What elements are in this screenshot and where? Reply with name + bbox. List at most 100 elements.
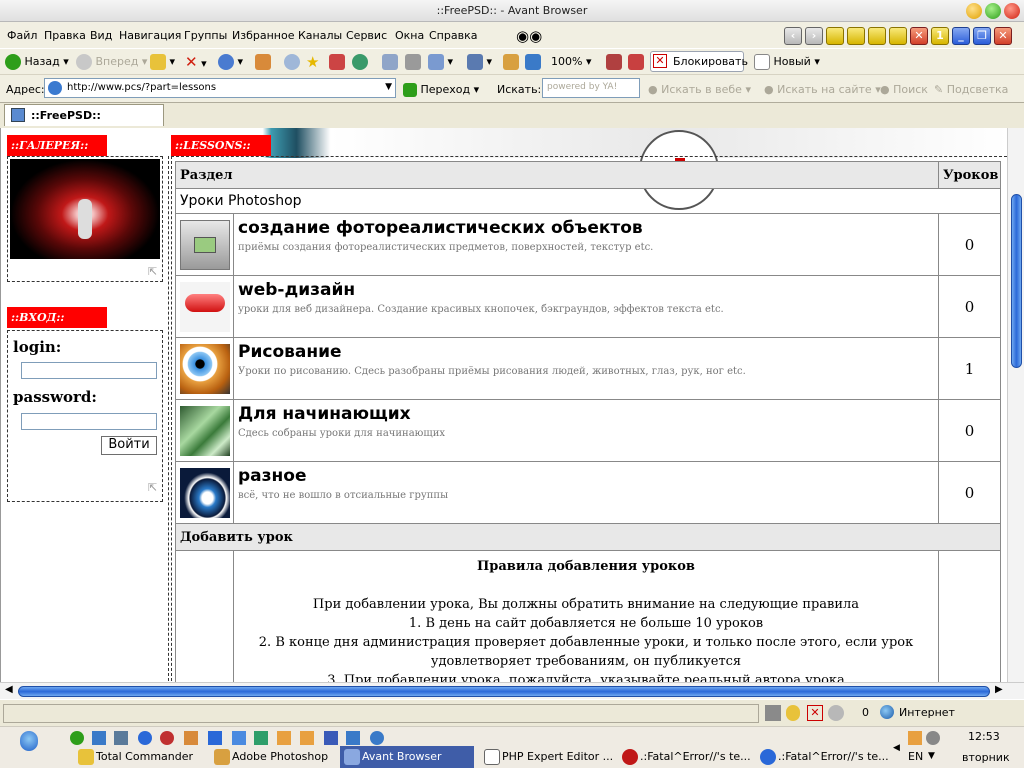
find-button[interactable]: ● Поиск bbox=[880, 83, 928, 96]
cascade-window-icon[interactable] bbox=[847, 27, 865, 45]
quicklaunch-icon[interactable] bbox=[160, 731, 174, 745]
login-input[interactable] bbox=[21, 362, 157, 379]
quicklaunch-icon[interactable] bbox=[208, 731, 222, 745]
minimize-tab-icon[interactable]: _ bbox=[952, 27, 970, 45]
stop-button[interactable]: ✕ ▾ bbox=[185, 54, 207, 70]
menu-service[interactable]: Сервис bbox=[346, 29, 387, 42]
news-button[interactable] bbox=[329, 54, 345, 70]
lesson-title[interactable]: Для начинающих bbox=[238, 404, 411, 424]
close-button[interactable] bbox=[1004, 3, 1020, 19]
search-button[interactable] bbox=[284, 54, 300, 70]
flash-toggle-button[interactable] bbox=[628, 54, 644, 70]
home-button[interactable] bbox=[255, 54, 271, 70]
close-tab-icon[interactable]: ✕ bbox=[994, 27, 1012, 45]
tray-icon[interactable] bbox=[926, 731, 940, 745]
quicklaunch-icon[interactable] bbox=[370, 731, 384, 745]
refresh-button[interactable]: ▾ bbox=[218, 54, 243, 70]
forward-button[interactable]: Вперед ▾ bbox=[76, 54, 147, 70]
language-indicator[interactable]: EN bbox=[908, 750, 923, 763]
login-button[interactable]: Войти bbox=[101, 436, 157, 455]
quicklaunch-icon[interactable] bbox=[184, 731, 198, 745]
chevron-down-icon[interactable]: ▼ bbox=[385, 82, 392, 92]
gallery-image[interactable] bbox=[10, 159, 160, 259]
taskbar-item-opera[interactable]: .:Fatal^Error//'s te... bbox=[618, 746, 752, 768]
go-button[interactable]: Переход ▾ bbox=[403, 83, 479, 97]
tray-chevron-icon[interactable]: ▼ bbox=[928, 751, 935, 761]
split-window-icon[interactable] bbox=[868, 27, 886, 45]
lesson-title[interactable]: Рисование bbox=[238, 342, 342, 362]
window-count-badge[interactable]: 1 bbox=[931, 27, 949, 45]
lesson-title[interactable]: разное bbox=[238, 466, 306, 486]
menu-navigation[interactable]: Навигация bbox=[119, 29, 181, 42]
taskbar-item-avant-browser[interactable]: Avant Browser bbox=[340, 746, 474, 768]
favorites-button[interactable]: ★ bbox=[306, 54, 319, 70]
save-button[interactable] bbox=[382, 54, 398, 70]
clock-time[interactable]: 12:53 bbox=[968, 730, 1000, 743]
resize-icon[interactable]: ⇱ bbox=[148, 265, 157, 278]
address-input[interactable]: http://www.pcs/?part=lessons ▼ bbox=[44, 78, 396, 98]
quicklaunch-icon[interactable] bbox=[254, 731, 268, 745]
image-toggle-button[interactable] bbox=[606, 54, 622, 70]
highlight-button[interactable]: ✎ Подсветка bbox=[934, 83, 1008, 96]
font-size-button[interactable] bbox=[525, 54, 541, 70]
key-icon[interactable] bbox=[786, 705, 800, 721]
quicklaunch-icon[interactable] bbox=[232, 731, 246, 745]
menu-groups[interactable]: Группы bbox=[184, 29, 227, 42]
scroll-right-icon[interactable]: ▶ bbox=[995, 684, 1003, 695]
menu-windows[interactable]: Окна bbox=[395, 29, 424, 42]
quicklaunch-icon[interactable] bbox=[346, 731, 360, 745]
scroll-thumb[interactable] bbox=[1011, 194, 1022, 368]
resize-icon[interactable]: ⇱ bbox=[148, 481, 157, 494]
menu-file[interactable]: Файл bbox=[7, 29, 37, 42]
cookie-icon[interactable] bbox=[828, 705, 844, 721]
close-all-icon[interactable]: ✕ bbox=[910, 27, 928, 45]
lesson-thumbnail[interactable] bbox=[175, 213, 234, 276]
new-window-button[interactable]: Новый ▾ bbox=[754, 54, 820, 70]
up-button[interactable]: ▾ bbox=[150, 54, 175, 70]
menu-help[interactable]: Справка bbox=[429, 29, 477, 42]
back-arrow-icon[interactable]: ‹ bbox=[784, 27, 802, 45]
quicklaunch-icon[interactable] bbox=[92, 731, 106, 745]
single-window-icon[interactable] bbox=[889, 27, 907, 45]
taskbar-item-photoshop[interactable]: Adobe Photoshop bbox=[210, 746, 336, 768]
network-icon[interactable] bbox=[765, 705, 781, 721]
menu-favorites[interactable]: Избранное bbox=[232, 29, 294, 42]
block-popups-button[interactable]: ✕ Блокировать bbox=[650, 51, 748, 72]
search-input[interactable]: powered by YA! bbox=[542, 78, 640, 98]
lesson-thumbnail[interactable] bbox=[175, 399, 234, 462]
quicklaunch-icon[interactable] bbox=[277, 731, 291, 745]
password-input[interactable] bbox=[21, 413, 157, 430]
lesson-thumbnail[interactable] bbox=[175, 337, 234, 400]
scroll-thumb[interactable] bbox=[18, 686, 990, 697]
maximize-button[interactable] bbox=[985, 3, 1001, 19]
tray-expand-icon[interactable]: ◀ bbox=[893, 743, 900, 753]
start-apple-icon[interactable] bbox=[20, 731, 38, 751]
print-button[interactable] bbox=[405, 54, 421, 70]
lesson-title[interactable]: создание фотореалистических объектов bbox=[238, 218, 643, 238]
tab-freepsd[interactable]: ::FreePSD:: bbox=[4, 104, 164, 126]
history-button[interactable] bbox=[352, 54, 368, 70]
forward-arrow-icon[interactable]: › bbox=[805, 27, 823, 45]
lesson-title[interactable]: web-дизайн bbox=[238, 280, 355, 300]
taskbar-item-php-editor[interactable]: PHP Expert Editor ... bbox=[480, 746, 614, 768]
tray-icon[interactable] bbox=[908, 731, 922, 745]
lesson-thumbnail[interactable] bbox=[175, 275, 234, 338]
translate-button[interactable] bbox=[503, 54, 519, 70]
vertical-scrollbar[interactable] bbox=[1007, 128, 1024, 682]
quicklaunch-icon[interactable] bbox=[70, 731, 84, 745]
popup-blocked-icon[interactable]: ✕ bbox=[807, 705, 823, 721]
quicklaunch-icon[interactable] bbox=[300, 731, 314, 745]
mail-button[interactable]: ▾ bbox=[428, 54, 453, 70]
scroll-left-icon[interactable]: ◀ bbox=[5, 684, 13, 695]
menu-channels[interactable]: Каналы bbox=[298, 29, 342, 42]
horizontal-scrollbar[interactable]: ◀ ▶ bbox=[0, 682, 1024, 699]
lesson-thumbnail[interactable] bbox=[175, 461, 234, 524]
web-search-button[interactable]: ● Искать в вебе ▾ bbox=[648, 83, 751, 96]
tile-window-icon[interactable] bbox=[826, 27, 844, 45]
restore-tab-icon[interactable]: ❐ bbox=[973, 27, 991, 45]
taskbar-item-total-commander[interactable]: Total Commander ... bbox=[74, 746, 204, 768]
back-button[interactable]: Назад ▾ bbox=[5, 54, 69, 70]
minimize-button[interactable] bbox=[966, 3, 982, 19]
view-button[interactable]: ▾ bbox=[467, 54, 492, 70]
quicklaunch-icon[interactable] bbox=[114, 731, 128, 745]
